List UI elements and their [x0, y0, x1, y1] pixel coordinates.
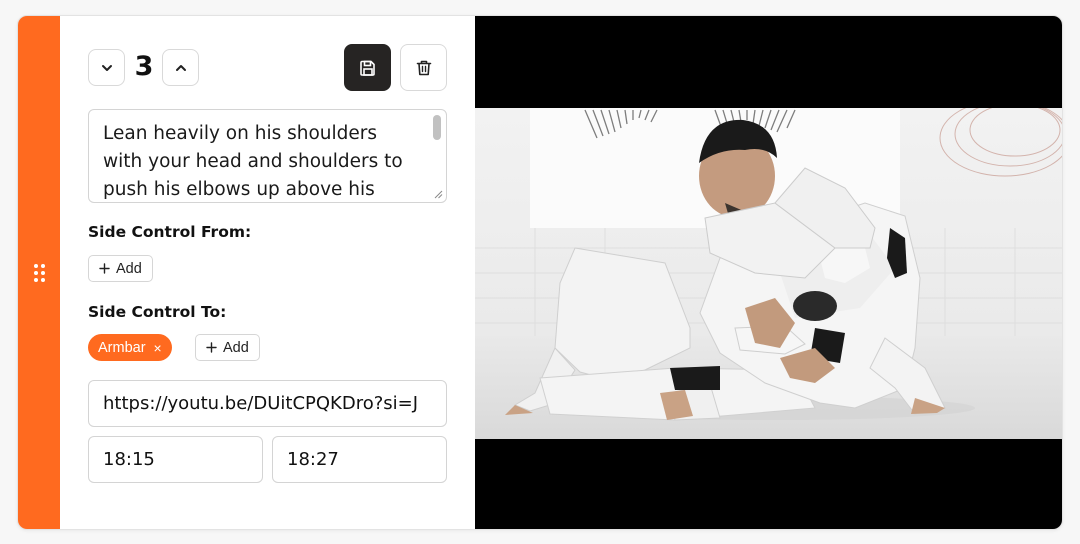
textarea-scrollbar[interactable]: [430, 112, 444, 200]
side-control-from-label: Side Control From:: [88, 223, 252, 241]
drag-handle-icon[interactable]: [33, 263, 45, 282]
start-time-input[interactable]: 18:15: [88, 436, 263, 483]
remove-tag-icon[interactable]: ×: [154, 341, 162, 355]
save-icon: [359, 60, 375, 76]
description-text[interactable]: Lean heavily on his shoulders with your …: [103, 120, 418, 202]
step-form: 3 Lean heavily on his shoulders with you…: [60, 16, 475, 529]
add-label: Add: [223, 339, 249, 356]
add-label: Add: [116, 260, 142, 277]
step-card: 3 Lean heavily on his shoulders with you…: [17, 15, 1063, 530]
video-player[interactable]: [475, 16, 1062, 529]
trash-icon: [416, 60, 431, 75]
chevron-up-icon: [175, 64, 186, 71]
save-button[interactable]: [344, 44, 391, 91]
step-number: 3: [134, 51, 154, 82]
delete-button[interactable]: [400, 44, 447, 91]
scrollbar-thumb[interactable]: [433, 115, 441, 140]
chevron-down-icon: [101, 64, 112, 71]
end-time-input[interactable]: 18:27: [272, 436, 447, 483]
description-textarea[interactable]: Lean heavily on his shoulders with your …: [88, 109, 447, 203]
tag-label: Armbar: [98, 339, 146, 356]
plus-icon: [206, 342, 217, 353]
increment-step-button[interactable]: [162, 49, 199, 86]
add-side-control-from-button[interactable]: Add: [88, 255, 153, 282]
video-url-input[interactable]: https://youtu.be/DUitCPQKDro?si=J: [88, 380, 447, 427]
video-still-image: [475, 108, 1062, 439]
plus-icon: [99, 263, 110, 274]
tag-armbar: Armbar ×: [88, 334, 172, 361]
add-side-control-to-button[interactable]: Add: [195, 334, 260, 361]
video-frame[interactable]: [475, 108, 1062, 439]
drag-handle-bar[interactable]: [18, 16, 60, 529]
decrement-step-button[interactable]: [88, 49, 125, 86]
side-control-to-label: Side Control To:: [88, 303, 227, 321]
resize-grip-icon[interactable]: [433, 189, 443, 199]
